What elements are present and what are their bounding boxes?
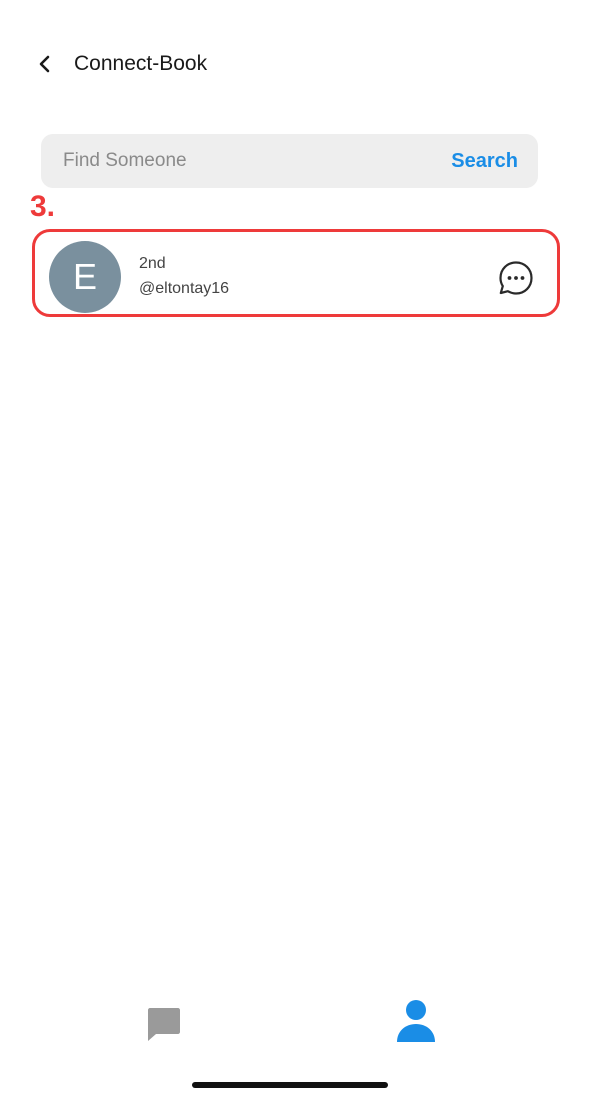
chevron-left-icon (39, 55, 50, 73)
page-title: Connect-Book (74, 52, 208, 75)
tab-profile[interactable] (395, 998, 437, 1044)
step-annotation-label: 3. (30, 190, 56, 223)
connection-degree: 2nd (139, 255, 166, 272)
search-button[interactable]: Search (451, 134, 518, 188)
search-result-row[interactable]: E 2nd @eltontay16 (32, 229, 560, 317)
chat-icon (148, 1008, 180, 1041)
avatar[interactable]: E (49, 241, 121, 313)
tab-chats[interactable] (144, 1004, 184, 1044)
back-button[interactable] (30, 48, 60, 80)
search-bar: Search (41, 134, 538, 188)
tab-bar (0, 990, 590, 1060)
message-icon (499, 261, 533, 295)
search-input[interactable] (41, 134, 421, 188)
user-handle: @eltontay16 (139, 280, 230, 297)
profile-icon (397, 1000, 435, 1042)
message-button[interactable] (497, 259, 535, 297)
home-indicator[interactable] (192, 1082, 388, 1088)
header: Connect-Book (0, 0, 590, 110)
